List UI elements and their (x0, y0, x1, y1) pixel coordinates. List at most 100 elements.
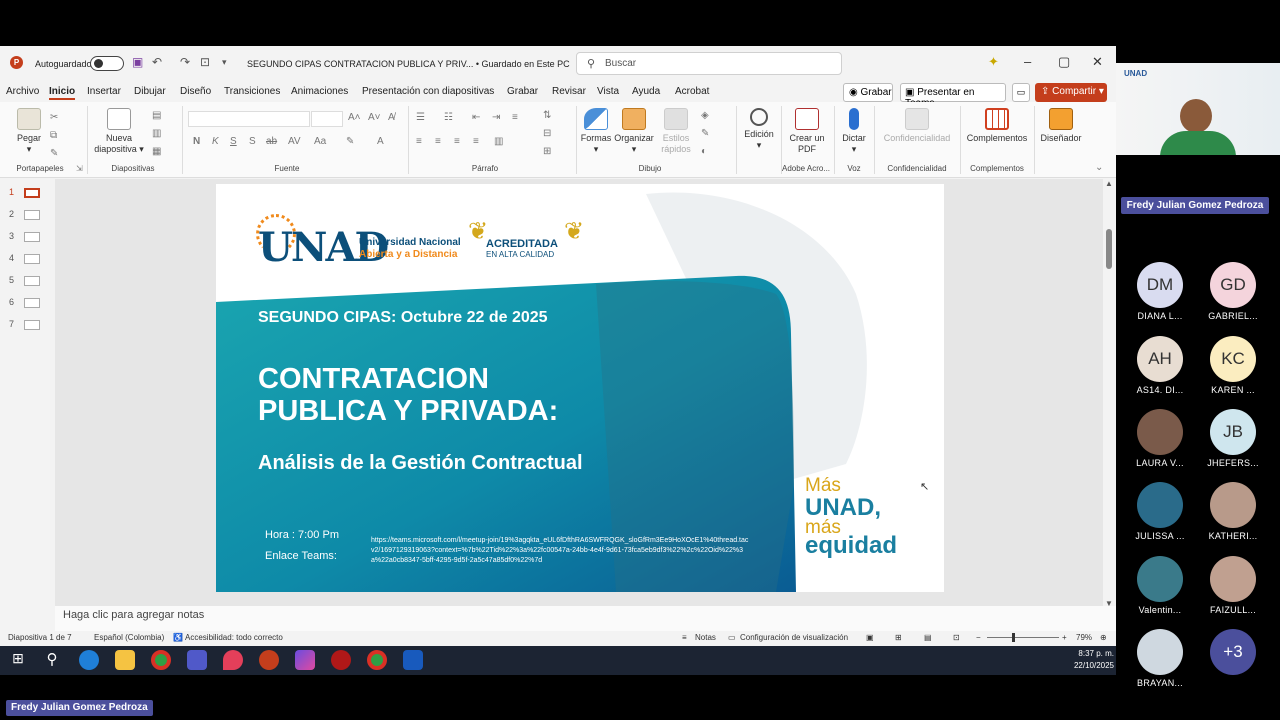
copy-icon[interactable]: ⧉ (50, 130, 57, 141)
quick-styles-button[interactable]: Estilos rápidos (656, 108, 696, 155)
participant-tile[interactable]: AH AS14. DI... (1125, 336, 1195, 395)
comments-icon[interactable]: ▭ (1012, 83, 1030, 102)
redo-icon[interactable]: ↷ (180, 55, 190, 69)
spacing-icon[interactable]: AV (288, 136, 301, 147)
section-icon[interactable]: ▦ (152, 146, 161, 157)
present-teams-button[interactable]: ▣ Presentar en Teams (900, 83, 1006, 109)
outdent-icon[interactable]: ⇥ (492, 112, 500, 123)
search-input[interactable]: ⚲ Buscar (576, 52, 842, 75)
app-icon[interactable] (295, 650, 315, 670)
editing-button[interactable]: Edición ▾ (740, 108, 778, 151)
search-taskbar-icon[interactable]: ⚲ (42, 650, 62, 670)
shape-effects-icon[interactable]: ◐ (701, 146, 707, 157)
case-icon[interactable]: Aa (314, 136, 326, 147)
add-ins-button[interactable]: Complementos (964, 108, 1030, 144)
display-settings[interactable]: Configuración de visualización (740, 633, 848, 642)
tab-dibujar[interactable]: Dibujar (134, 86, 166, 97)
scroll-up-icon[interactable]: ▲ (1105, 179, 1113, 188)
new-slide-button[interactable]: Nueva diapositiva ▾ (90, 108, 148, 155)
tab-presentacion[interactable]: Presentación con diapositivas (362, 86, 494, 97)
line-spacing-icon[interactable]: ≡ (512, 112, 518, 123)
justify-icon[interactable]: ≡ (473, 136, 479, 147)
arrange-button[interactable]: Organizar ▾ (614, 108, 654, 155)
vertical-scrollbar[interactable]: ▲ ▼ (1103, 179, 1116, 631)
chrome-icon[interactable] (151, 650, 171, 670)
presenter-video[interactable]: UNAD (1116, 63, 1280, 155)
format-painter-icon[interactable]: ✎ (50, 148, 58, 159)
autosave-toggle[interactable] (90, 56, 124, 71)
edge-icon[interactable] (79, 650, 99, 670)
thumbnail-item[interactable]: 6 (8, 296, 48, 310)
tab-grabar[interactable]: Grabar (507, 86, 538, 97)
designer-button[interactable]: Diseñador (1038, 108, 1084, 144)
tab-revisar[interactable]: Revisar (552, 86, 586, 97)
smartart-icon[interactable]: ⊞ (543, 146, 551, 157)
zoom-in-icon[interactable]: + (1062, 633, 1067, 642)
undo-icon[interactable]: ↶ (152, 55, 162, 69)
participant-tile[interactable]: JB JHEFERS... (1198, 409, 1268, 468)
zoom-slider[interactable] (987, 637, 1059, 638)
clear-format-icon[interactable]: A̸ (388, 112, 395, 123)
app-icon[interactable] (223, 650, 243, 670)
participant-tile[interactable]: GD GABRIEL... (1198, 262, 1268, 321)
present-icon[interactable]: ⊡ (200, 55, 210, 69)
columns-icon[interactable]: ▥ (494, 136, 503, 147)
collapse-ribbon-icon[interactable]: ⌄ (1095, 162, 1103, 173)
participant-tile[interactable]: BRAYAN... (1125, 629, 1195, 688)
font-size-select[interactable] (311, 111, 343, 127)
more-participants-button[interactable]: +3 (1198, 629, 1268, 678)
windows-start-icon[interactable]: ⊞ (8, 650, 28, 670)
scrollbar-thumb[interactable] (1106, 229, 1112, 269)
shrink-font-icon[interactable]: A˅ (368, 112, 381, 123)
thumbnail-item[interactable]: 3 (8, 230, 48, 244)
text-direction-icon[interactable]: ⇅ (543, 110, 551, 121)
thumbnail-item[interactable]: 1 (8, 186, 48, 200)
share-button[interactable]: ⇪ Compartir ▾ (1035, 83, 1107, 102)
align-text-icon[interactable]: ⊟ (543, 128, 551, 139)
thumbnail-item[interactable]: 4 (8, 252, 48, 266)
italic-icon[interactable]: K (212, 136, 219, 147)
zoom-slider-thumb[interactable] (1012, 633, 1015, 642)
font-color-icon[interactable]: A (377, 136, 384, 147)
accessibility-icon[interactable]: ♿ (173, 633, 183, 642)
thumbnail-item[interactable]: 2 (8, 208, 48, 222)
reset-icon[interactable]: ▥ (152, 128, 161, 139)
reading-view-icon[interactable]: ▤ (924, 633, 932, 642)
tab-inicio[interactable]: Inicio (49, 86, 76, 100)
align-center-icon[interactable]: ≡ (435, 136, 441, 147)
shapes-button[interactable]: Formas ▾ (580, 108, 612, 155)
bold-icon[interactable]: N (193, 136, 200, 147)
shape-fill-icon[interactable]: ◈ (701, 110, 709, 121)
tab-ayuda[interactable]: Ayuda (632, 86, 660, 97)
bullets-icon[interactable]: ☰ (416, 112, 425, 123)
create-pdf-button[interactable]: Crear un PDF (786, 108, 828, 155)
notes-pane[interactable]: Haga clic para agregar notas (55, 606, 1116, 631)
paste-button[interactable]: Pegar ▾ (12, 108, 46, 155)
notes-toggle[interactable]: Notas (695, 633, 716, 642)
save-icon[interactable]: ▣ (132, 55, 143, 69)
teams-taskbar-icon[interactable] (187, 650, 207, 670)
align-right-icon[interactable]: ≡ (454, 136, 460, 147)
strike-icon[interactable]: ab (266, 136, 277, 147)
zoom-level[interactable]: 79% (1076, 633, 1092, 642)
maximize-icon[interactable]: ▢ (1058, 54, 1070, 70)
sorter-view-icon[interactable]: ⊞ (895, 633, 902, 642)
shape-outline-icon[interactable]: ✎ (701, 128, 709, 139)
system-clock[interactable]: 8:37 p. m. 22/10/2025 (1060, 646, 1114, 675)
participant-tile[interactable]: DM DIANA L... (1125, 262, 1195, 321)
tab-transiciones[interactable]: Transiciones (224, 86, 280, 97)
align-left-icon[interactable]: ≡ (416, 136, 422, 147)
language-status[interactable]: Español (Colombia) (94, 633, 164, 642)
participant-tile[interactable]: KATHERI... (1198, 482, 1268, 541)
powerpoint-taskbar-icon[interactable] (259, 650, 279, 670)
close-icon[interactable]: ✕ (1092, 54, 1103, 70)
tab-insertar[interactable]: Insertar (87, 86, 121, 97)
thumbnail-item[interactable]: 7 (8, 318, 48, 332)
launcher-icon[interactable]: ⇲ (76, 164, 83, 173)
zoom-out-icon[interactable]: − (976, 633, 981, 642)
participant-tile[interactable]: Valentin... (1125, 556, 1195, 615)
tab-archivo[interactable]: Archivo (6, 86, 39, 97)
dictate-button[interactable]: Dictar ▾ (838, 108, 870, 155)
accessibility-status[interactable]: Accesibilidad: todo correcto (185, 633, 283, 642)
tab-acrobat[interactable]: Acrobat (675, 86, 709, 97)
